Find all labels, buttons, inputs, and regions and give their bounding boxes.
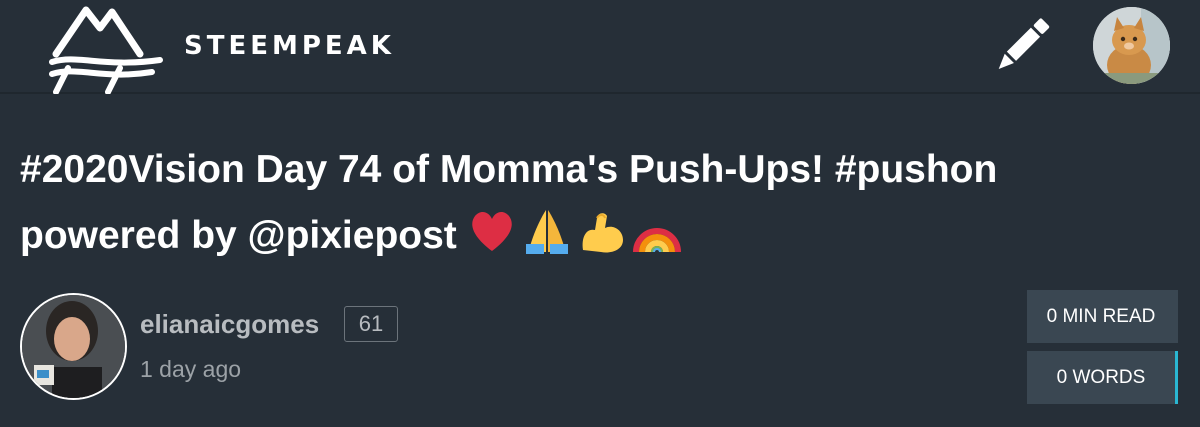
post-title-line-2: powered by @pixiepost [20,203,1180,269]
post-title-line-1: #2020Vision Day 74 of Momma's Push-Ups! … [20,148,998,191]
top-header: STEEMPEAK [0,0,1200,94]
post-title-line-2-text: powered by @pixiepost [20,214,457,257]
rainbow-icon [632,227,681,253]
word-count-badge: 0 WORDS [1027,351,1178,404]
read-time-badge: 0 MIN READ [1027,290,1178,343]
heart-icon [472,211,512,251]
pencil-icon[interactable] [990,16,1052,76]
folded-hands-icon [525,209,568,254]
author-avatar[interactable] [20,293,127,400]
post-title[interactable]: #2020Vision Day 74 of Momma's Push-Ups! … [20,137,1180,269]
author-photo [22,295,125,398]
flexed-biceps-icon [582,212,623,253]
author-name-link[interactable]: elianaicgomes [140,307,319,341]
title-emoji-group [467,206,687,258]
post-timestamp[interactable]: 1 day ago [140,354,241,384]
kitten-avatar-image [1093,7,1170,84]
brand-name[interactable]: STEEMPEAK [184,31,395,61]
user-avatar[interactable] [1093,7,1170,84]
steempeak-logo-icon[interactable] [48,4,164,94]
reputation-badge: 61 [344,306,398,342]
